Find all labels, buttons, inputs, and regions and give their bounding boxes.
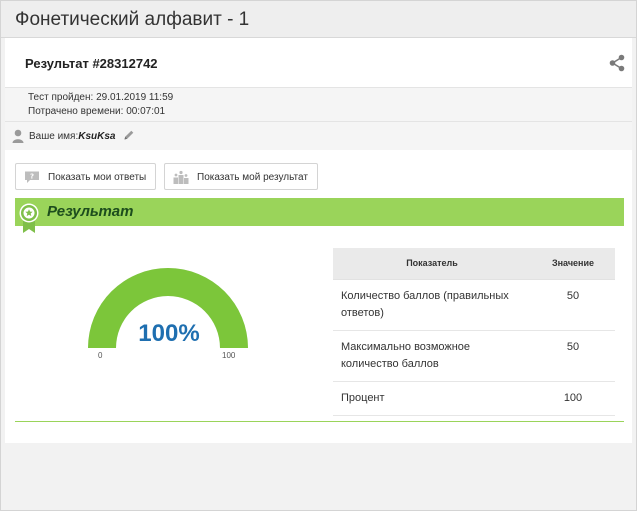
show-answers-button[interactable]: ? Показать мои ответы (15, 163, 156, 190)
question-chat-icon: ? (25, 171, 39, 183)
row-value: 50 (531, 330, 615, 382)
completed-label: Тест пройден: (28, 92, 94, 103)
table-row: Максимально возможное количество баллов … (333, 330, 615, 382)
user-name-label: Ваше имя:KsuKsa (29, 131, 116, 142)
show-result-label: Показать мой результат (197, 172, 308, 183)
row-indicator: Процент (333, 381, 531, 416)
window-title: Фонетический алфавит - 1 (15, 9, 250, 30)
row-indicator: Максимально возможное количество баллов (333, 330, 531, 382)
results-table: Показатель Значение Количество баллов (п… (333, 248, 615, 416)
result-section-bar: Результат (15, 198, 624, 226)
result-header: Результат #28312742 (5, 38, 632, 88)
header-value: Значение (531, 248, 615, 280)
row-indicator: Количество баллов (правильных ответов) (333, 279, 531, 331)
show-answers-label: Показать мои ответы (48, 172, 147, 183)
row-value: 100 (531, 381, 615, 416)
time-spent-value: 00:07:01 (126, 106, 166, 117)
gauge-max-label: 100 (222, 351, 236, 360)
show-result-button[interactable]: Показать мой результат (164, 163, 318, 190)
podium-icon (173, 170, 189, 184)
result-meta: Тест пройден: 29.01.2019 11:59 Потрачено… (5, 88, 632, 122)
user-name: KsuKsa (78, 131, 116, 142)
percentage-gauge (88, 268, 248, 348)
gauge-value: 100% (138, 320, 200, 347)
section-bottom-rule (15, 421, 624, 422)
user-icon (12, 129, 24, 143)
time-spent-line: Потрачено времени: 00:07:01 (28, 106, 165, 117)
pencil-icon[interactable] (123, 129, 135, 141)
svg-text:?: ? (30, 172, 34, 180)
result-card: Результат #28312742 Тест пройден: 29.01.… (5, 38, 632, 443)
result-section-title: Результат (47, 203, 134, 220)
window-title-bar: Фонетический алфавит - 1 (1, 1, 636, 38)
row-value: 50 (531, 279, 615, 331)
time-spent-label: Потрачено времени: (28, 106, 124, 117)
completed-line: Тест пройден: 29.01.2019 11:59 (28, 92, 173, 103)
completed-value: 29.01.2019 11:59 (96, 92, 174, 103)
share-icon[interactable] (608, 54, 626, 72)
header-indicator: Показатель (333, 248, 531, 280)
gauge-min-label: 0 (98, 351, 103, 360)
table-row: Процент 100 (333, 381, 615, 416)
test-result-window: Фонетический алфавит - 1 Результат #2831… (0, 0, 637, 511)
award-ribbon-icon (19, 203, 39, 233)
table-row: Количество баллов (правильных ответов) 5… (333, 279, 615, 331)
table-header-row: Показатель Значение (333, 248, 615, 280)
user-row: Ваше имя:KsuKsa (5, 122, 632, 150)
result-title: Результат #28312742 (25, 56, 158, 71)
